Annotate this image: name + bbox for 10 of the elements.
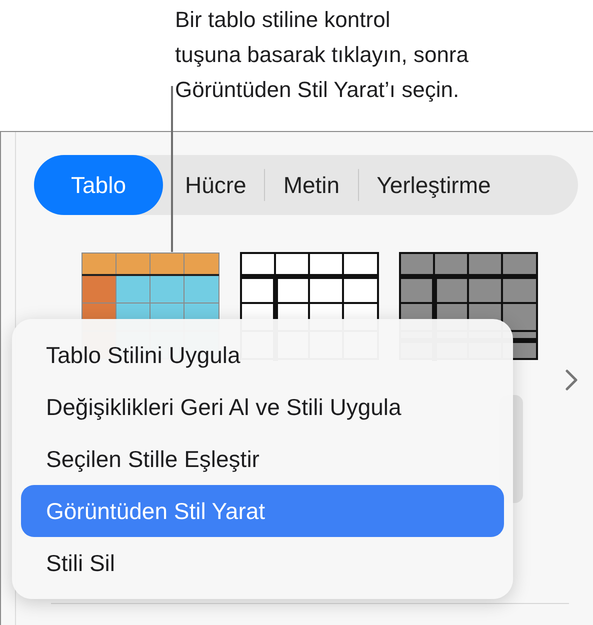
menu-item[interactable]: Değişiklikleri Geri Al ve Stili Uygula <box>21 381 504 433</box>
tab[interactable]: Metin <box>265 155 358 215</box>
menu-item[interactable]: Görüntüden Stil Yarat <box>21 485 504 537</box>
callout-text: Bir tablo stiline kontrol tuşuna basarak tıklayın, sonra Görüntüden Stil Yarat’ı seçin. <box>175 6 468 104</box>
tab[interactable]: Hücre <box>166 155 264 215</box>
menu-item[interactable]: Stili Sil <box>21 537 504 589</box>
tab[interactable]: Yerleştirme <box>358 155 509 215</box>
menu-item[interactable]: Tablo Stilini Uygula <box>21 329 504 381</box>
tab[interactable]: Tablo <box>34 155 163 215</box>
menu-item[interactable]: Seçilen Stille Eşleştir <box>21 433 504 485</box>
